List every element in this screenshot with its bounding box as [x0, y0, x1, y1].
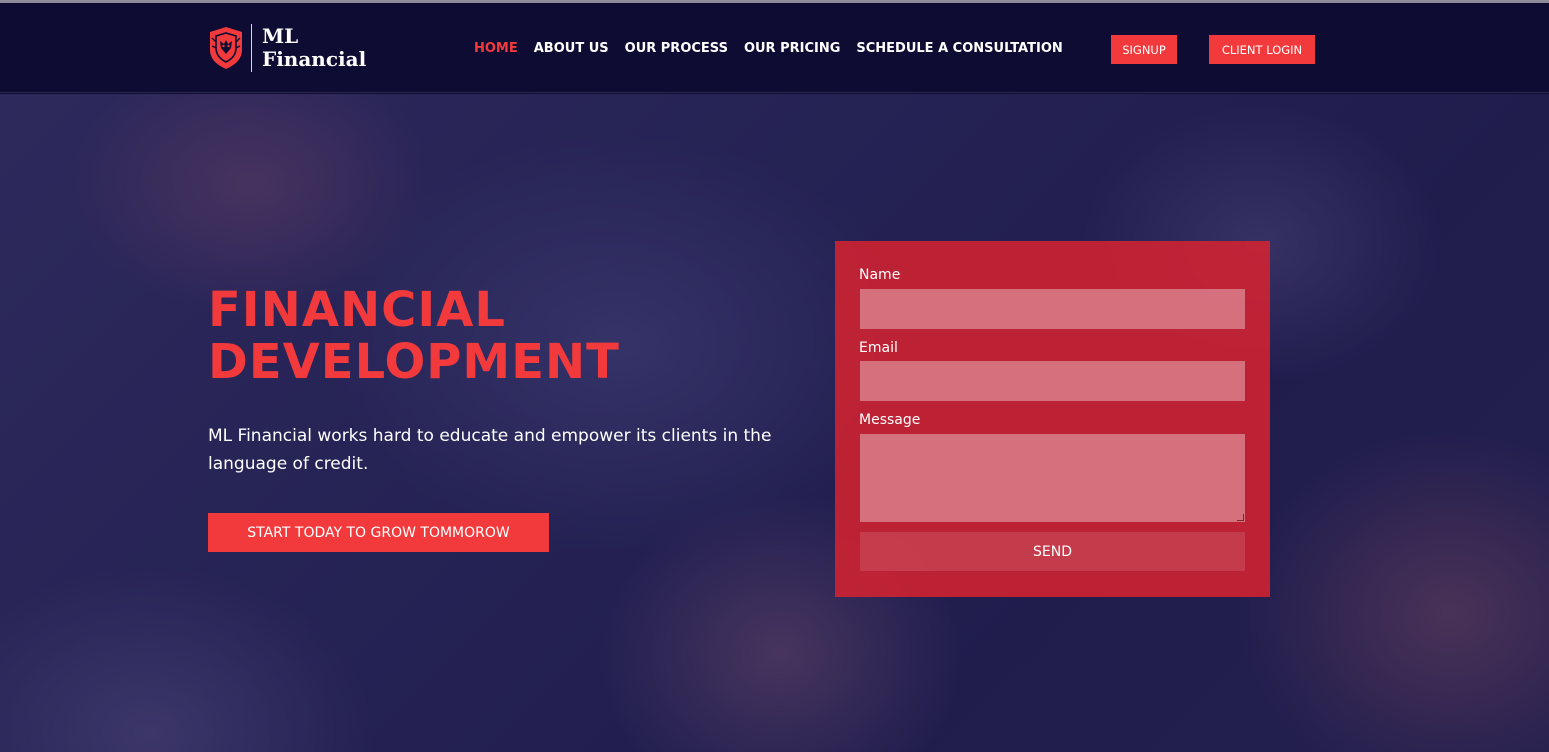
contact-form: Name Email Message SEND: [835, 241, 1270, 597]
nav-our-process[interactable]: OUR PROCESS: [625, 41, 728, 56]
name-field[interactable]: [860, 289, 1245, 329]
signup-button[interactable]: SIGNUP: [1111, 35, 1177, 64]
logo-divider: [251, 24, 252, 72]
send-button[interactable]: SEND: [860, 532, 1245, 571]
hero-section: FINANCIAL DEVELOPMENT ML Financial works…: [0, 94, 1549, 752]
email-label: Email: [859, 340, 898, 356]
nav-about-us[interactable]: ABOUT US: [534, 41, 609, 56]
textarea-resize-handle[interactable]: [1237, 514, 1244, 521]
logo-line2: Financial: [262, 47, 367, 71]
main-nav: HOME ABOUT US OUR PROCESS OUR PRICING SC…: [474, 41, 1079, 56]
hero-description: ML Financial works hard to educate and e…: [208, 426, 772, 474]
site-logo[interactable]: ML Financial: [207, 23, 366, 73]
hero-title-line2: DEVELOPMENT: [208, 334, 620, 390]
message-label: Message: [859, 412, 921, 428]
nav-our-pricing[interactable]: OUR PRICING: [744, 41, 840, 56]
logo-line1: ML: [262, 24, 299, 48]
email-field[interactable]: [860, 361, 1245, 401]
start-today-button[interactable]: START TODAY TO GROW TOMMOROW: [208, 513, 549, 552]
logo-text: ML Financial: [262, 25, 366, 71]
hero-title: FINANCIAL DEVELOPMENT: [208, 284, 818, 388]
site-header: ML Financial HOME ABOUT US OUR PROCESS O…: [0, 3, 1549, 93]
nav-schedule-consultation[interactable]: SCHEDULE A CONSULTATION: [856, 41, 1062, 56]
client-login-button[interactable]: CLIENT LOGIN: [1209, 35, 1315, 64]
hero-content: FINANCIAL DEVELOPMENT ML Financial works…: [208, 284, 818, 552]
name-label: Name: [859, 267, 901, 283]
message-field[interactable]: [860, 434, 1245, 522]
hero-title-line1: FINANCIAL: [208, 282, 506, 338]
lion-shield-icon: [210, 27, 242, 69]
nav-home[interactable]: HOME: [474, 41, 518, 56]
